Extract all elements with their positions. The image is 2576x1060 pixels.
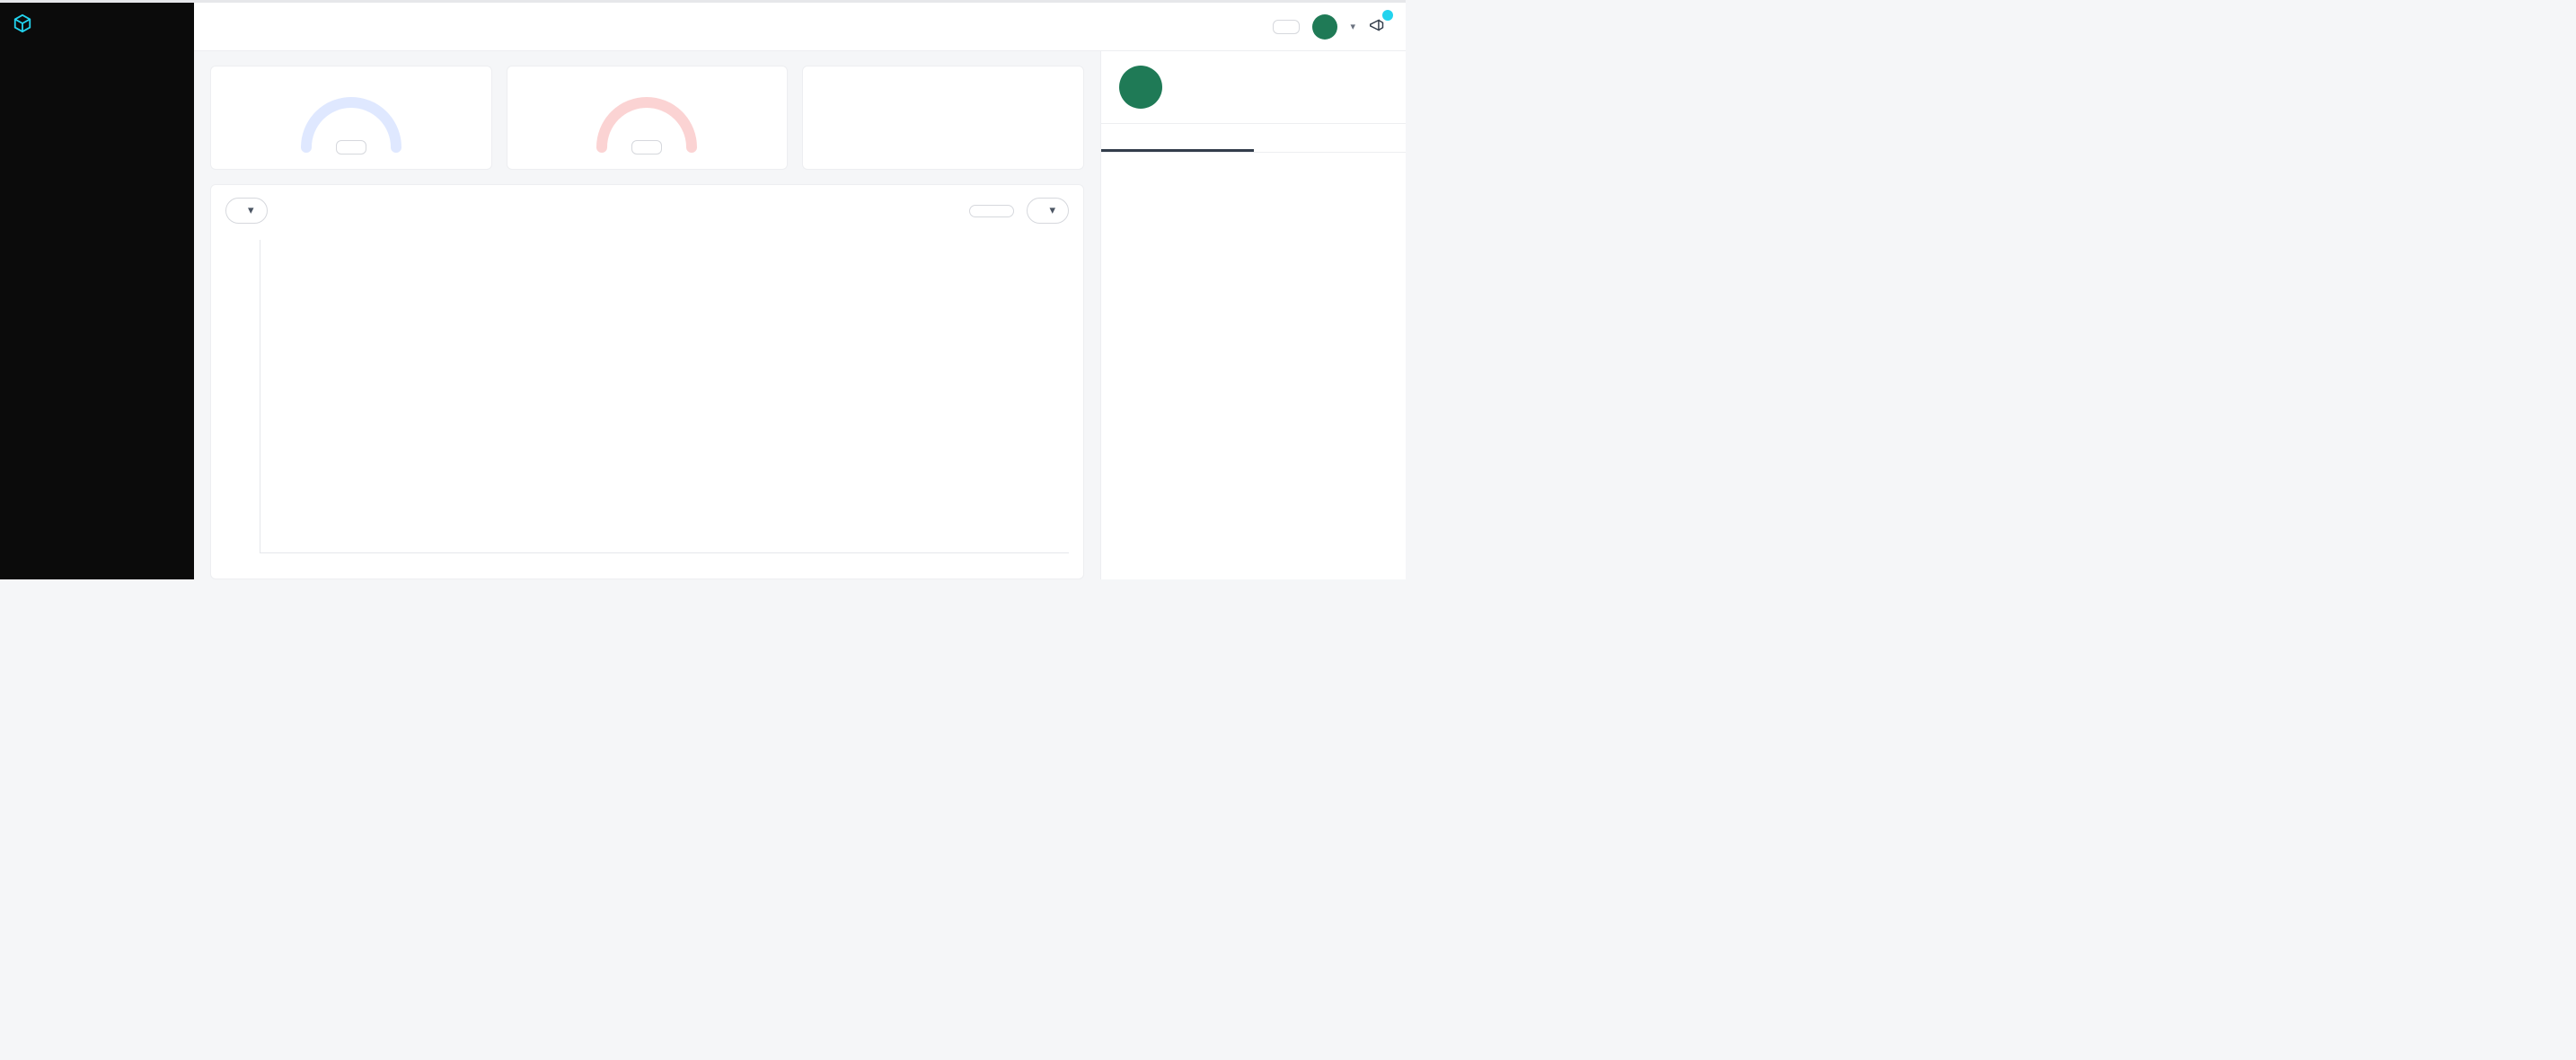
gauge-arc-icon <box>593 93 701 153</box>
test-type-select[interactable]: ▾ <box>225 198 268 224</box>
chevron-down-icon: ▾ <box>248 204 254 217</box>
gauge-arc-icon <box>297 93 405 153</box>
y-axis <box>231 240 260 553</box>
chart-plot <box>260 240 1069 553</box>
chevron-down-icon[interactable]: ▾ <box>1350 21 1355 32</box>
chart-area <box>225 240 1069 553</box>
tab-recent-issues[interactable] <box>1254 124 1407 152</box>
user-greeting <box>1101 51 1406 124</box>
avatar <box>1119 66 1162 109</box>
tab-recent-tests[interactable] <box>1101 124 1254 152</box>
realtime-sessions-card <box>210 66 492 170</box>
app-root: ▾ <box>0 0 1406 579</box>
right-tabs <box>1101 124 1406 153</box>
configure-tunnel-button[interactable] <box>1273 20 1300 34</box>
recent-tests-list <box>1101 153 1406 579</box>
x-axis-ticks <box>225 553 1069 557</box>
granularity-select[interactable]: ▾ <box>1027 198 1069 224</box>
topbar-right: ▾ <box>1273 14 1388 40</box>
automation-sessions-card <box>507 66 789 170</box>
chart-controls: ▾ ▾ <box>225 198 1069 224</box>
sidebar-nav <box>0 44 194 49</box>
chevron-down-icon: ▾ <box>1049 204 1055 217</box>
announcements-icon[interactable] <box>1368 15 1388 39</box>
right-panel <box>1100 51 1406 579</box>
summary-cards <box>210 66 1084 170</box>
sidebar <box>0 3 194 579</box>
gauge <box>225 93 477 129</box>
date-range: ▾ <box>969 198 1069 224</box>
notification-dot <box>1382 10 1393 21</box>
avatar[interactable] <box>1312 14 1337 40</box>
main: ▾ <box>194 3 1406 579</box>
gauge <box>522 93 773 129</box>
tests-chart-panel: ▾ ▾ <box>210 184 1084 579</box>
brand-logo[interactable] <box>0 3 194 44</box>
real-device-card <box>802 66 1084 170</box>
lambdatest-logo-icon <box>14 15 31 31</box>
content: ▾ ▾ <box>194 51 1406 579</box>
bars-grid <box>260 240 1069 552</box>
topbar: ▾ <box>194 3 1406 51</box>
date-range-select[interactable] <box>969 205 1014 217</box>
left-column: ▾ ▾ <box>194 51 1100 579</box>
